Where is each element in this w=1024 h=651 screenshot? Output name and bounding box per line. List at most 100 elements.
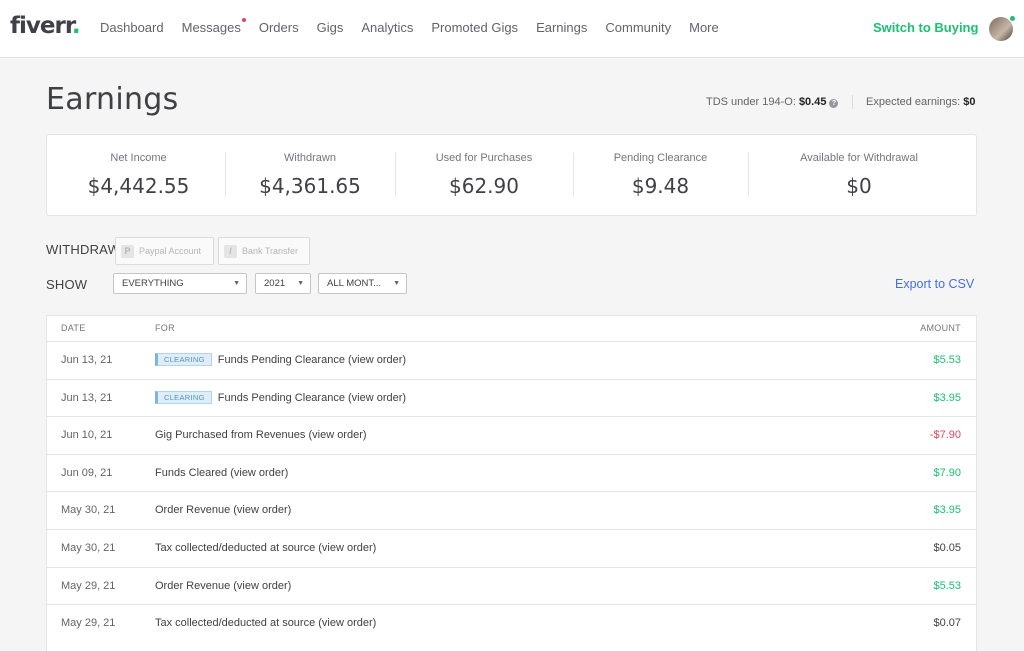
row-date: May 29, 21 (61, 579, 116, 592)
row-date: May 29, 21 (61, 617, 116, 630)
nav-item-dashboard[interactable]: Dashboard (100, 20, 164, 35)
row-description-text[interactable]: Tax collected/deducted at source (view o… (155, 617, 376, 629)
year-filter-value: 2021 (264, 278, 286, 289)
row-description: Order Revenue (view order) (155, 504, 291, 516)
online-status-icon (1009, 15, 1016, 22)
stat-label: Net Income (110, 152, 167, 164)
table-row[interactable]: Jun 13, 21 CLEARING Funds Pending Clearanc… (47, 341, 976, 379)
user-avatar[interactable] (989, 15, 1016, 41)
logo-dot: . (71, 13, 81, 39)
table-row[interactable]: May 29, 21 Order Revenue (view order) $5.5… (47, 566, 976, 605)
stat-net-income: Net Income $4,442.55 (47, 135, 230, 215)
row-description: Tax collected/deducted at source (view o… (155, 542, 376, 554)
expected-earnings-label: Expected earnings: (866, 96, 961, 108)
chevron-down-icon: ▼ (393, 280, 400, 287)
row-amount: $0.07 (933, 617, 961, 630)
row-description-text[interactable]: Funds Cleared (view order) (155, 467, 288, 479)
row-description-text[interactable]: Gig Purchased from Revenues (view order) (155, 429, 367, 441)
month-filter-value: ALL MONT... (327, 278, 382, 289)
stat-used-for-purchases: Used for Purchases $62.90 (395, 135, 573, 215)
stat-value: $9.48 (631, 174, 690, 198)
row-date: May 30, 21 (61, 504, 116, 517)
tds-label: TDS under 194-O: (706, 96, 796, 108)
stat-label: Withdrawn (284, 152, 336, 164)
nav-menu: Dashboard Messages Orders Gigs Analytics… (100, 18, 737, 35)
expected-earnings-value: $0 (963, 96, 976, 108)
year-filter-select[interactable]: 2021 ▼ (255, 273, 311, 294)
earnings-summary-card: Net Income $4,442.55 Withdrawn $4,361.65… (46, 134, 977, 216)
type-filter-value: EVERYTHING (122, 278, 184, 289)
stat-label: Available for Withdrawal (800, 152, 918, 164)
table-row[interactable]: May 30, 21 Tax collected/deducted at sour… (47, 529, 976, 567)
nav-item-messages-label: Messages (181, 20, 241, 35)
nav-item-orders[interactable]: Orders (259, 20, 299, 35)
column-header-for: FOR (155, 323, 175, 333)
stat-available-for-withdrawal: Available for Withdrawal $0 (748, 135, 970, 215)
row-amount: -$7.90 (929, 429, 961, 442)
clearing-badge: CLEARING (155, 390, 212, 404)
help-icon[interactable]: ? (829, 99, 839, 108)
row-description-text[interactable]: Tax collected/deducted at source (view o… (155, 542, 376, 554)
month-filter-select[interactable]: ALL MONT... ▼ (318, 273, 407, 294)
export-csv-link[interactable]: Export to CSV (895, 277, 974, 291)
tds-info: TDS under 194-O: $0.45? (706, 96, 839, 108)
chevron-down-icon: ▼ (297, 280, 304, 287)
switch-to-buying-link[interactable]: Switch to Buying (873, 20, 978, 35)
nav-item-gigs[interactable]: Gigs (317, 20, 344, 35)
table-row[interactable]: May 30, 21 Order Revenue (view order) $3.9… (47, 491, 976, 529)
stat-value: $62.90 (449, 174, 519, 198)
table-row[interactable]: Jun 09, 21 Funds Cleared (view order) $7.9… (47, 453, 976, 492)
stat-value: $0 (846, 174, 872, 198)
withdraw-label: WITHDRAW (46, 242, 121, 257)
row-description-text[interactable]: Funds Pending Clearance (view order) (218, 354, 406, 366)
table-row[interactable]: Jun 13, 21 CLEARING Funds Pending Clearanc… (47, 378, 976, 417)
nav-item-analytics[interactable]: Analytics (361, 20, 413, 35)
notification-dot-icon (241, 18, 246, 22)
row-date: Jun 09, 21 (61, 466, 113, 479)
column-header-date: DATE (61, 323, 86, 333)
row-description: Order Revenue (view order) (155, 580, 291, 592)
bank-icon: / (224, 244, 237, 258)
table-row[interactable]: Jun 10, 21 Gig Purchased from Revenues (v… (47, 416, 976, 454)
row-description-text[interactable]: Order Revenue (view order) (155, 504, 291, 516)
table-row[interactable]: May 29, 21 Tax collected/deducted at sour… (47, 604, 976, 642)
page-title: Earnings (46, 82, 179, 117)
logo-text: fiverr (10, 13, 73, 39)
row-description-text[interactable]: Funds Pending Clearance (view order) (218, 392, 406, 404)
nav-item-earnings[interactable]: Earnings (536, 20, 587, 35)
paypal-withdraw-button[interactable]: P Paypal Account (115, 237, 214, 265)
stat-withdrawn: Withdrawn $4,361.65 (225, 135, 395, 215)
transactions-table: DATE FOR AMOUNT Jun 13, 21 CLEARING Funds … (46, 315, 977, 651)
row-description: Tax collected/deducted at source (view o… (155, 617, 376, 629)
fiverr-logo[interactable]: fiverr. (10, 13, 81, 39)
row-amount: $5.53 (933, 354, 961, 366)
row-date: Jun 13, 21 (61, 391, 113, 404)
paypal-icon: P (121, 244, 134, 258)
tds-value: $0.45 (798, 96, 827, 108)
row-amount: $7.90 (933, 466, 961, 479)
row-amount: $5.53 (933, 579, 961, 592)
chevron-down-icon: ▼ (233, 280, 240, 287)
paypal-label: Paypal Account (139, 246, 202, 256)
type-filter-select[interactable]: EVERYTHING ▼ (113, 273, 247, 294)
row-amount: $0.05 (933, 542, 961, 554)
row-amount: $3.95 (933, 504, 961, 517)
stat-value: $4,361.65 (259, 174, 361, 198)
row-description: Funds Cleared (view order) (155, 467, 288, 479)
row-description: CLEARING Funds Pending Clearance (view or… (155, 390, 406, 404)
bank-transfer-button[interactable]: / Bank Transfer (218, 237, 310, 265)
top-nav: fiverr. Dashboard Messages Orders Gigs A… (0, 0, 1024, 58)
bank-transfer-label: Bank Transfer (242, 246, 299, 256)
nav-item-messages[interactable]: Messages (181, 18, 246, 35)
stat-label: Used for Purchases (435, 152, 533, 164)
stat-value: $4,442.55 (87, 174, 190, 198)
row-description: Gig Purchased from Revenues (view order) (155, 429, 367, 441)
nav-item-community[interactable]: Community (605, 20, 671, 35)
column-header-amount: AMOUNT (920, 323, 961, 333)
nav-item-promoted-gigs[interactable]: Promoted Gigs (431, 20, 518, 35)
nav-item-more[interactable]: More (689, 20, 719, 35)
stat-label: Pending Clearance (613, 152, 708, 164)
clearing-badge: CLEARING (155, 353, 212, 366)
row-date: Jun 10, 21 (61, 429, 113, 442)
row-description-text[interactable]: Order Revenue (view order) (155, 580, 291, 592)
